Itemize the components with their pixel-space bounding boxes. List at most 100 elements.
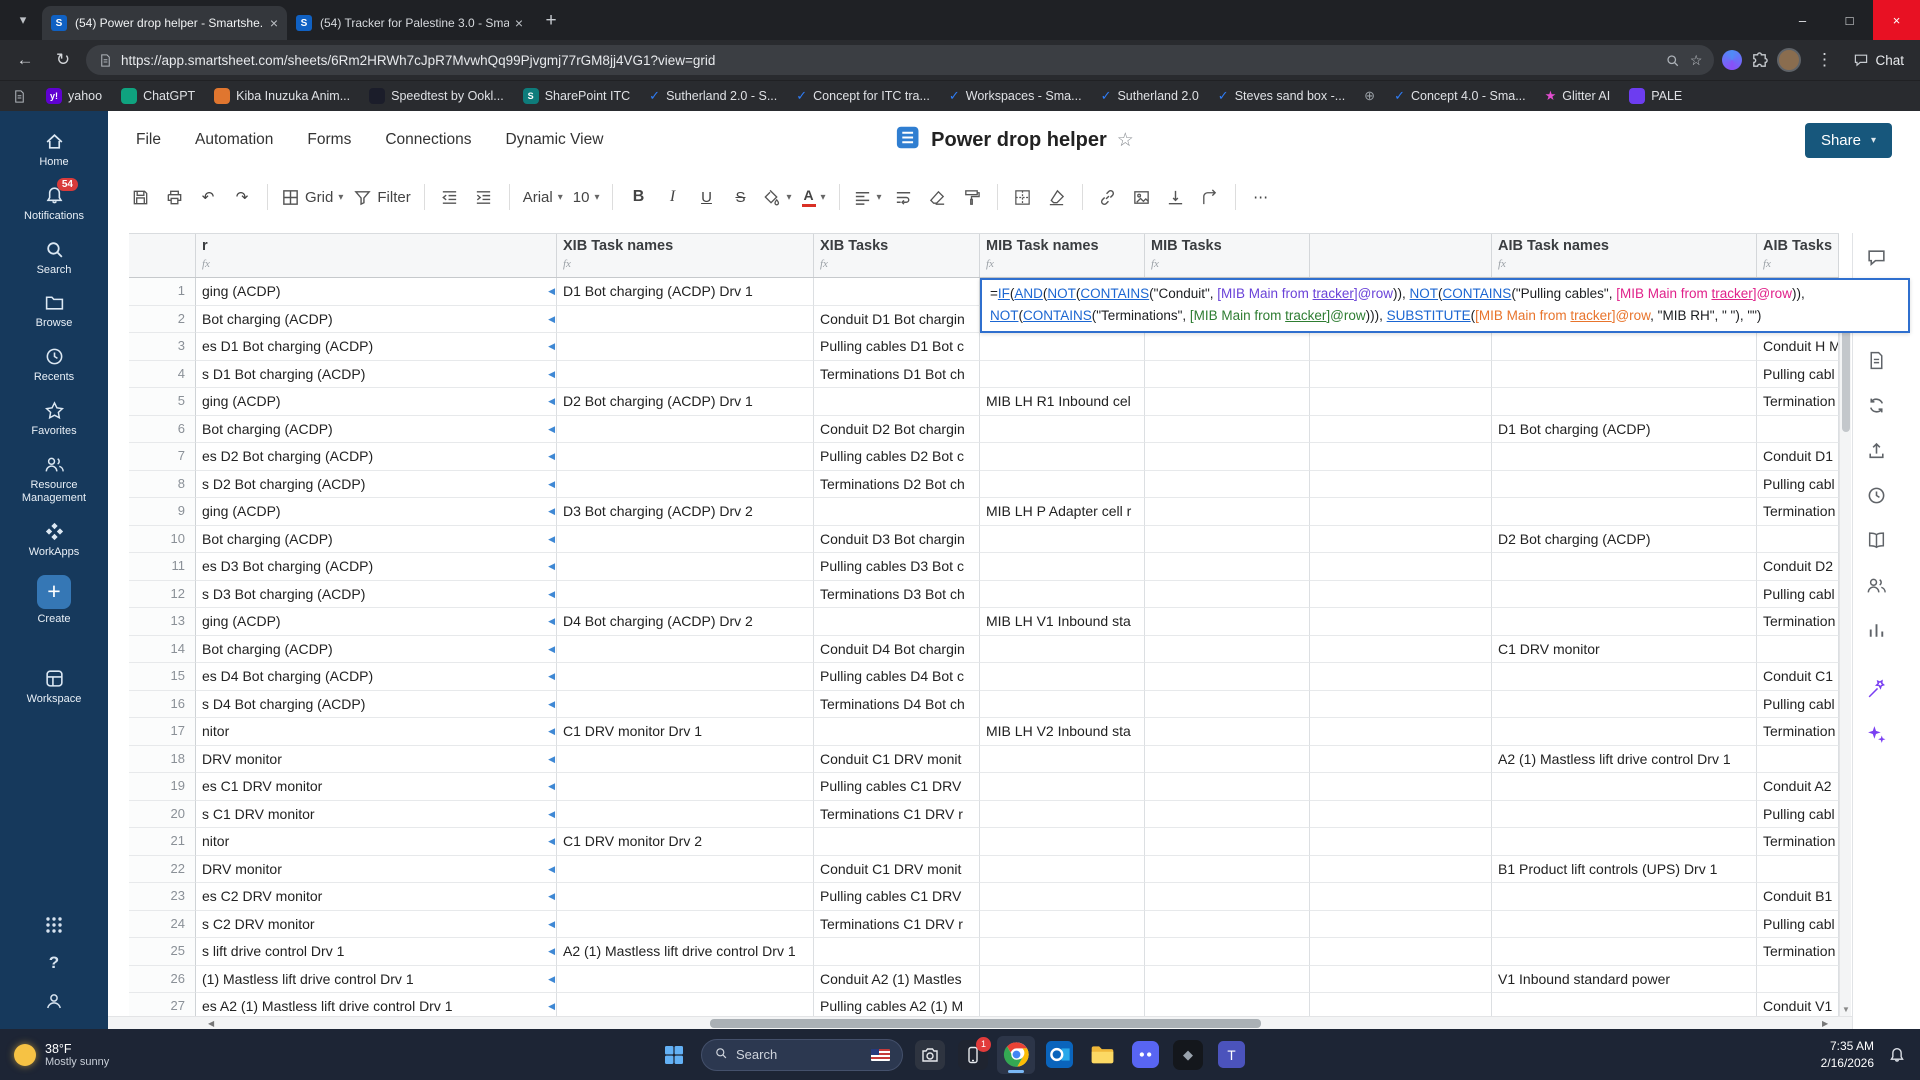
sidebar-item-resource-management[interactable]: Resource Management	[0, 454, 108, 507]
bookmark-item[interactable]: PALE	[1629, 88, 1682, 104]
sidebar-item-favorites[interactable]: Favorites	[0, 400, 108, 439]
italic-button[interactable]: I	[656, 180, 688, 214]
font-selector[interactable]: Arial ▾	[519, 180, 567, 214]
grid-cell[interactable]	[980, 635, 1145, 663]
grid-cell[interactable]: D2 Bot charging (ACDP) Drv 1	[557, 388, 814, 416]
grid-cell[interactable]	[980, 855, 1145, 883]
tab-close-icon[interactable]: ×	[515, 15, 523, 31]
grid-cell[interactable]	[1145, 360, 1310, 388]
filter-button[interactable]: Filter	[349, 180, 414, 214]
grid-cell[interactable]	[980, 690, 1145, 718]
grid-cell[interactable]	[1492, 718, 1757, 746]
grid-cell[interactable]	[1310, 800, 1492, 828]
grid-cell[interactable]: MIB LH V1 Inbound sta	[980, 608, 1145, 636]
grid-cell[interactable]	[1492, 553, 1757, 581]
grid-cell[interactable]: Termination	[1757, 828, 1839, 856]
grid-cell[interactable]	[1310, 663, 1492, 691]
tab-search-button[interactable]: ▾	[6, 3, 40, 37]
bookmark-item[interactable]: S SharePoint ITC	[522, 88, 630, 104]
row-number[interactable]: 4	[129, 360, 196, 388]
share-button[interactable]: Share ▾	[1804, 122, 1892, 158]
grid-cell[interactable]	[1492, 663, 1757, 691]
sidebar-item-browse[interactable]: Browse	[0, 292, 108, 331]
column-header[interactable]: XIB Tasks fx	[814, 234, 980, 277]
grid-cell[interactable]	[814, 828, 980, 856]
grid-cell[interactable]	[980, 745, 1145, 773]
grid-cell[interactable]: s D1 Bot charging (ACDP) ◀	[196, 360, 557, 388]
publish-icon[interactable]	[1866, 440, 1908, 461]
grid-cell[interactable]	[1492, 773, 1757, 801]
refresh-button[interactable]: ↻	[48, 45, 78, 75]
grid-cell[interactable]	[1492, 470, 1757, 498]
bookmark-item[interactable]: ✓ Workspaces - Sma...	[949, 88, 1082, 104]
grid-cell[interactable]: Conduit C1 DRV monit	[814, 855, 980, 883]
grid-cell[interactable]: A2 (1) Mastless lift drive control Drv 1	[557, 938, 814, 966]
taskbar-app-teams[interactable]: T	[1212, 1036, 1250, 1074]
grid-cell[interactable]	[1145, 828, 1310, 856]
grid-cell[interactable]	[1310, 608, 1492, 636]
back-button[interactable]: ←	[10, 45, 40, 75]
grid-cell[interactable]	[814, 938, 980, 966]
grid-cell[interactable]	[1310, 938, 1492, 966]
grid-cell[interactable]: Conduit D3 Bot chargin	[814, 525, 980, 553]
grid-cell[interactable]: s D2 Bot charging (ACDP) ◀	[196, 470, 557, 498]
grid-cell[interactable]	[1492, 388, 1757, 416]
more-button[interactable]: ⋯	[1245, 180, 1277, 214]
update-requests-icon[interactable]	[1866, 395, 1908, 416]
chat-button[interactable]: Chat	[1847, 52, 1910, 68]
redo-button[interactable]: ↷	[226, 180, 258, 214]
row-number[interactable]: 20	[129, 800, 196, 828]
grid-cell[interactable]	[1492, 993, 1757, 1016]
grid-cell[interactable]: ging (ACDP) ◀	[196, 388, 557, 416]
bookmark-item[interactable]: ✓ Steves sand box -...	[1218, 88, 1345, 104]
grid-cell[interactable]: D1 Bot charging (ACDP) Drv 1	[557, 278, 814, 306]
favorite-star-icon[interactable]: ☆	[1117, 129, 1134, 152]
grid-cell[interactable]	[1310, 553, 1492, 581]
grid-cell[interactable]	[1310, 415, 1492, 443]
grid-cell[interactable]	[1310, 965, 1492, 993]
grid-cell[interactable]	[1145, 773, 1310, 801]
grid-cell[interactable]	[557, 580, 814, 608]
grid-cell[interactable]: Conduit A2 (1) Mastles	[814, 965, 980, 993]
grid-cell[interactable]: Termination	[1757, 718, 1839, 746]
grid-cell[interactable]	[557, 663, 814, 691]
row-number[interactable]: 12	[129, 580, 196, 608]
grid-cell[interactable]: Conduit D2 Bot chargin	[814, 415, 980, 443]
bookmark-item[interactable]: ✓ Concept 4.0 - Sma...	[1394, 88, 1526, 104]
grid-cell[interactable]	[1757, 855, 1839, 883]
grid-cell[interactable]	[557, 443, 814, 471]
grid-cell[interactable]	[1145, 965, 1310, 993]
grid-cell[interactable]	[1492, 800, 1757, 828]
row-number[interactable]: 13	[129, 608, 196, 636]
grid-cell[interactable]: D4 Bot charging (ACDP) Drv 2	[557, 608, 814, 636]
grid-cell[interactable]: es C2 DRV monitor ◀	[196, 883, 557, 911]
underline-button[interactable]: U	[690, 180, 722, 214]
browser-tab[interactable]: S (54) Tracker for Palestine 3.0 - Sma...…	[287, 6, 532, 40]
horizontal-scroll-thumb[interactable]	[710, 1019, 1261, 1028]
close-button[interactable]: ×	[1873, 0, 1920, 40]
grid-cell[interactable]	[1310, 910, 1492, 938]
grid-cell[interactable]: Terminations D2 Bot ch	[814, 470, 980, 498]
text-rotate-button[interactable]	[1194, 180, 1226, 214]
grid-cell[interactable]: Conduit H M	[1757, 333, 1839, 361]
horizontal-scrollbar[interactable]: ◀ ▶	[108, 1016, 1852, 1029]
grid-cell[interactable]	[557, 333, 814, 361]
row-number[interactable]: 21	[129, 828, 196, 856]
sidebar-item-workapps[interactable]: WorkApps	[0, 521, 108, 560]
grid-cell[interactable]	[1310, 498, 1492, 526]
vertical-align-button[interactable]	[1160, 180, 1192, 214]
grid-cell[interactable]	[1310, 580, 1492, 608]
grid-cell[interactable]	[1145, 718, 1310, 746]
grid-cell[interactable]: nitor ◀	[196, 718, 557, 746]
bookmark-item[interactable]: y! yahoo	[46, 88, 102, 104]
sidebar-item-home[interactable]: Home	[0, 131, 108, 170]
grid-cell[interactable]: Pulling cables D1 Bot c	[814, 333, 980, 361]
row-number[interactable]: 26	[129, 965, 196, 993]
grid-cell[interactable]: es D2 Bot charging (ACDP) ◀	[196, 443, 557, 471]
grid-cell[interactable]: s C1 DRV monitor ◀	[196, 800, 557, 828]
clear-format-button[interactable]	[922, 180, 954, 214]
grid-cell[interactable]	[1145, 498, 1310, 526]
insights-icon[interactable]	[1866, 620, 1908, 641]
grid-cell[interactable]	[1492, 443, 1757, 471]
grid-cell[interactable]	[1145, 580, 1310, 608]
